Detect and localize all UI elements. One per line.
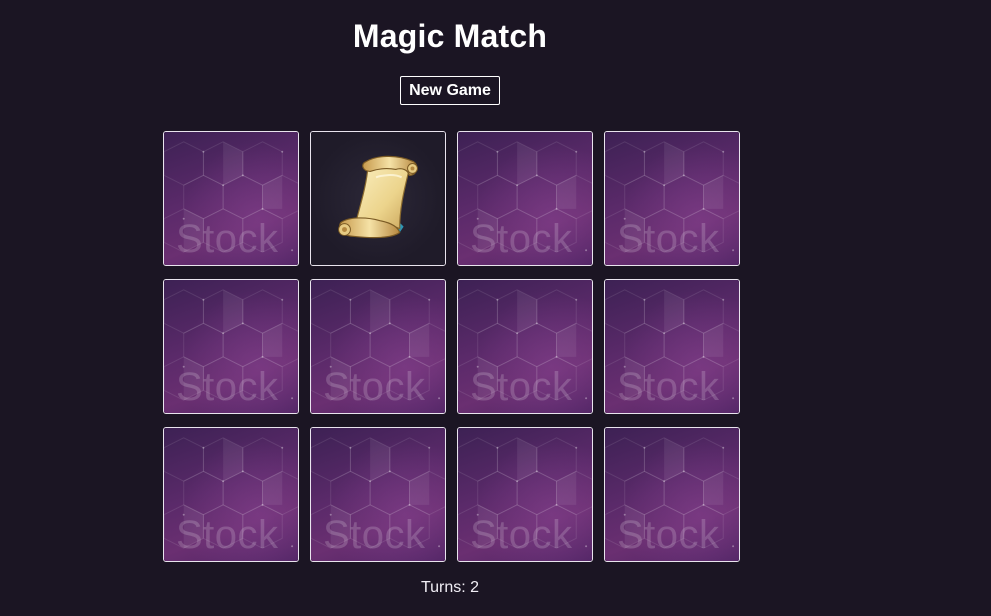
memory-card-face-down[interactable]: Stock [457, 279, 593, 414]
card-back: Stock [164, 428, 298, 561]
card-back: Stock [458, 280, 592, 413]
hexagon-pattern [311, 437, 445, 549]
card-back: Stock [458, 428, 592, 561]
hexagon-pattern [164, 437, 298, 549]
memory-card-face-down[interactable]: Stock [163, 131, 299, 266]
hexagon-pattern [605, 289, 739, 401]
memory-card-face-down[interactable]: Stock [163, 279, 299, 414]
card-back: Stock [311, 280, 445, 413]
scroll-icon [338, 155, 418, 239]
hexagon-pattern [164, 141, 298, 253]
card-back: Stock [164, 280, 298, 413]
memory-card-face-down[interactable]: Stock [310, 427, 446, 562]
magic-match-app: Magic Match New Game Stock Stock Stock S… [0, 0, 991, 616]
memory-card-face-down[interactable]: Stock [457, 131, 593, 266]
card-back: Stock [311, 428, 445, 561]
hexagon-pattern [164, 289, 298, 401]
new-game-button[interactable]: New Game [400, 76, 500, 105]
card-back: Stock [605, 428, 739, 561]
hexagon-pattern [458, 437, 592, 549]
hexagon-pattern [311, 289, 445, 401]
card-front [311, 132, 445, 265]
card-back: Stock [605, 280, 739, 413]
page-title: Magic Match [352, 18, 548, 54]
hexagon-pattern [458, 289, 592, 401]
card-back: Stock [164, 132, 298, 265]
turns-counter: Turns: 2 [420, 579, 480, 596]
memory-card-face-down[interactable]: Stock [604, 279, 740, 414]
memory-card-face-down[interactable]: Stock [163, 427, 299, 562]
memory-card-face-down[interactable]: Stock [604, 427, 740, 562]
card-back: Stock [605, 132, 739, 265]
hexagon-pattern [605, 141, 739, 253]
hexagon-pattern [605, 437, 739, 549]
memory-card-face-up[interactable] [310, 131, 446, 266]
memory-card-face-down[interactable]: Stock [604, 131, 740, 266]
card-grid: Stock Stock Stock Stock Stock Stock Stoc… [163, 131, 740, 562]
card-back: Stock [458, 132, 592, 265]
memory-card-face-down[interactable]: Stock [457, 427, 593, 562]
memory-card-face-down[interactable]: Stock [310, 279, 446, 414]
hexagon-pattern [458, 141, 592, 253]
